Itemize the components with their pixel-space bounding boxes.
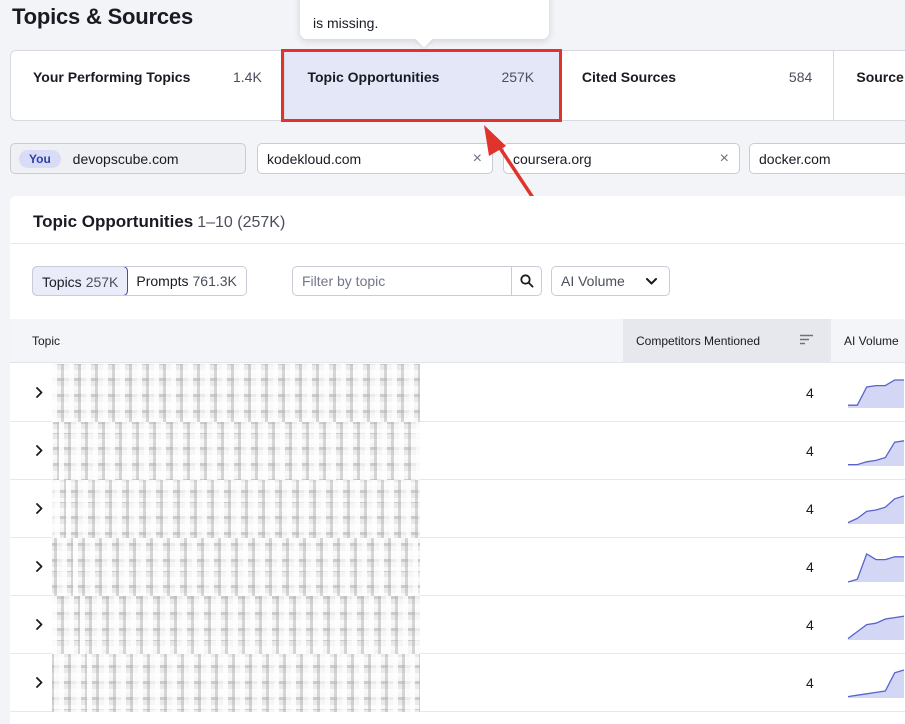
topic-name-redacted [52, 538, 420, 596]
ai-volume-sparkline [848, 440, 905, 466]
table-header: Topic Competitors Mentioned AI Volume [10, 319, 905, 363]
sparkline-area [848, 616, 904, 640]
table-row[interactable]: 4 [10, 538, 905, 596]
table-row[interactable]: 4 [10, 480, 905, 538]
ai-volume-sparkline [847, 553, 904, 583]
column-header-label: Competitors Mentioned [636, 334, 761, 348]
topics-prompts-toggle: Topics 257K Prompts 761.3K [32, 266, 247, 296]
chevron-right-icon[interactable] [36, 677, 43, 688]
competitors-mentioned-value: 4 [806, 501, 814, 517]
topic-name-redacted [52, 654, 420, 712]
topic-name-redacted [52, 480, 420, 538]
ai-volume-sparkline [847, 615, 905, 640]
filter-topic-input[interactable] [293, 267, 511, 295]
competitors-mentioned-value: 4 [806, 675, 814, 691]
topics-toggle-button[interactable]: Topics 257K [32, 267, 129, 295]
panel-divider [10, 243, 905, 244]
sparkline-area [848, 380, 904, 408]
column-header-topic[interactable]: Topic [32, 334, 60, 348]
ai-volume-sparkline [847, 669, 905, 698]
topic-name-redacted [52, 364, 420, 422]
sparkline-area [848, 440, 904, 466]
competitors-mentioned-value: 4 [806, 559, 814, 575]
topic-filter [292, 266, 542, 296]
ai-volume-sparkline [847, 495, 905, 524]
chevron-right-icon[interactable] [36, 619, 43, 630]
prompts-toggle-count: 761.3K [192, 273, 237, 289]
chevron-right-icon[interactable] [36, 387, 43, 398]
table-row[interactable]: 4 [10, 596, 905, 654]
sparkline-area [848, 670, 904, 698]
competitors-mentioned-value: 4 [806, 617, 814, 633]
chevron-down-icon [646, 278, 657, 285]
topic-name-redacted [52, 596, 420, 654]
column-header-competitors-mentioned[interactable]: Competitors Mentioned [623, 319, 831, 363]
ai-volume-select-value: AI Volume [561, 273, 625, 289]
chevron-right-icon[interactable] [36, 561, 43, 572]
prompts-toggle-button[interactable]: Prompts 761.3K [127, 267, 246, 295]
search-icon [519, 274, 534, 288]
table-row[interactable]: 4 [10, 422, 905, 480]
sparkline-area [848, 554, 904, 582]
prompts-toggle-label: Prompts [136, 273, 189, 289]
panel-title-text: Topic Opportunities [33, 212, 194, 231]
column-header-ai-volume[interactable]: AI Volume [844, 334, 899, 348]
ai-volume-sparkline [848, 379, 904, 408]
result-range: 1–10 (257K) [197, 214, 286, 231]
ai-volume-select[interactable]: AI Volume [551, 266, 670, 296]
chevron-right-icon[interactable] [36, 503, 43, 514]
search-button[interactable] [511, 267, 541, 295]
topic-name-redacted [52, 422, 420, 480]
sort-icon[interactable] [800, 334, 813, 345]
topics-toggle-count: 257K [85, 274, 119, 290]
chevron-right-icon[interactable] [36, 445, 43, 456]
table-row[interactable]: 4 [10, 364, 905, 422]
competitors-mentioned-value: 4 [806, 443, 814, 459]
topics-toggle-label: Topics [42, 274, 82, 290]
table-row[interactable]: 4 [10, 654, 905, 712]
competitors-mentioned-value: 4 [806, 385, 814, 401]
topic-opportunities-panel: Topic Opportunities 1–10 (257K) Topics 257… [10, 196, 905, 724]
panel-title: Topic Opportunities 1–10 (257K) [33, 212, 285, 232]
